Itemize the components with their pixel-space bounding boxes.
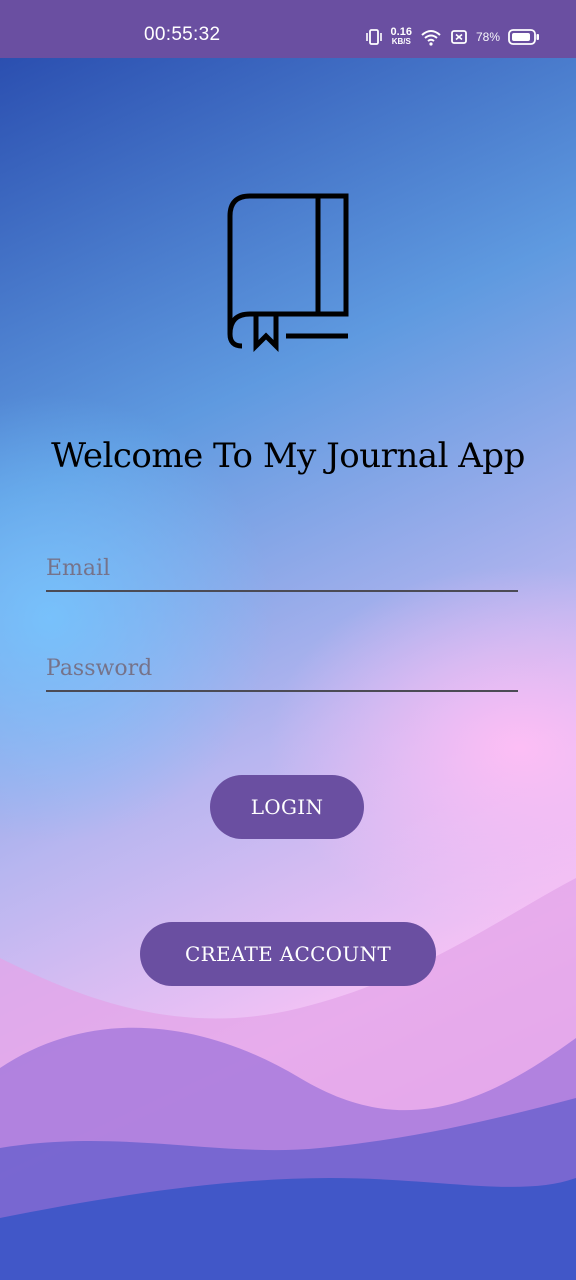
battery-percent: 78% <box>475 30 500 44</box>
network-speed-unit: KB/S <box>391 37 411 46</box>
wifi-icon <box>420 28 442 46</box>
status-icons: 0.16 KB/S 78% <box>365 24 540 50</box>
login-screen: Welcome To My Journal App LOGIN CREATE A… <box>0 58 576 1280</box>
vibrate-icon <box>365 28 383 46</box>
welcome-title: Welcome To My Journal App <box>51 436 525 476</box>
background-waves <box>0 878 576 1280</box>
create-account-button[interactable]: CREATE ACCOUNT <box>140 922 436 986</box>
status-time: 00:55:32 <box>144 24 221 45</box>
password-field[interactable] <box>46 646 518 692</box>
journal-book-icon <box>227 193 349 353</box>
network-speed: 0.16 KB/S <box>390 26 412 47</box>
network-speed-value: 0.16 <box>390 26 412 38</box>
battery-icon <box>508 28 540 46</box>
status-bar: 00:55:32 0.16 KB/S 78% <box>0 0 576 58</box>
login-button[interactable]: LOGIN <box>210 775 364 839</box>
no-sim-icon <box>450 28 468 46</box>
email-field[interactable] <box>46 546 518 592</box>
